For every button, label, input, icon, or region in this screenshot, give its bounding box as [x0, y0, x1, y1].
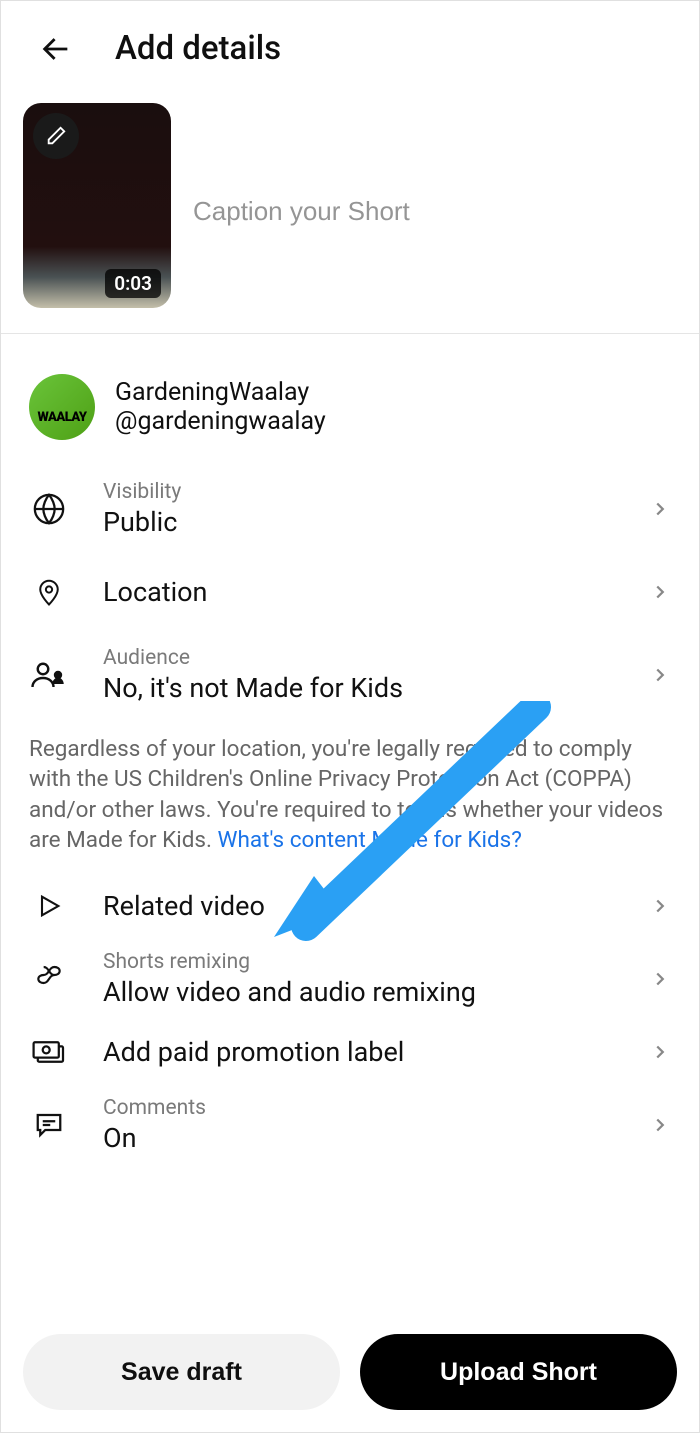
- channel-row[interactable]: WAALAY GardeningWaalay @gardeningwaalay: [1, 334, 699, 462]
- paid-promo-value: Add paid promotion label: [103, 1036, 615, 1068]
- chevron-right-icon: [649, 664, 671, 686]
- remix-value: Allow video and audio remixing: [103, 976, 615, 1008]
- chevron-right-icon: [649, 498, 671, 520]
- visibility-label: Visibility: [103, 480, 615, 504]
- money-icon: [32, 1038, 66, 1066]
- edit-thumbnail-button[interactable]: [33, 113, 79, 159]
- related-video-value: Related video: [103, 890, 615, 922]
- video-thumbnail[interactable]: 0:03: [23, 103, 171, 308]
- remix-row[interactable]: Shorts remixing Allow video and audio re…: [1, 936, 699, 1022]
- chevron-right-icon: [649, 1114, 671, 1136]
- channel-name: GardeningWaalay: [115, 378, 326, 407]
- comments-row[interactable]: Comments On: [1, 1082, 699, 1168]
- chevron-right-icon: [649, 968, 671, 990]
- video-duration: 0:03: [105, 269, 161, 298]
- back-button[interactable]: [39, 32, 73, 66]
- header: Add details: [1, 1, 699, 88]
- globe-icon: [32, 492, 66, 526]
- audience-row[interactable]: Audience No, it's not Made for Kids: [1, 628, 699, 722]
- coppa-notice: Regardless of your location, you're lega…: [1, 722, 699, 876]
- comments-icon: [34, 1110, 64, 1140]
- save-draft-button[interactable]: Save draft: [23, 1334, 340, 1410]
- location-pin-icon: [34, 574, 64, 610]
- chevron-right-icon: [649, 895, 671, 917]
- location-row[interactable]: Location: [1, 556, 699, 628]
- remix-label: Shorts remixing: [103, 950, 615, 974]
- caption-input[interactable]: [193, 103, 677, 308]
- play-icon: [35, 892, 63, 920]
- audience-label: Audience: [103, 646, 615, 670]
- visibility-value: Public: [103, 506, 615, 538]
- paid-promo-row[interactable]: Add paid promotion label: [1, 1022, 699, 1082]
- related-video-row[interactable]: Related video: [1, 876, 699, 936]
- arrow-left-icon: [39, 32, 73, 66]
- location-value: Location: [103, 576, 615, 608]
- audience-value: No, it's not Made for Kids: [103, 672, 615, 704]
- chevron-right-icon: [649, 1041, 671, 1063]
- caption-section: 0:03: [1, 88, 699, 333]
- pencil-icon: [45, 125, 67, 147]
- channel-handle: @gardeningwaalay: [115, 407, 326, 436]
- comments-label: Comments: [103, 1096, 615, 1120]
- visibility-row[interactable]: Visibility Public: [1, 462, 699, 556]
- page-title: Add details: [115, 29, 281, 68]
- chevron-right-icon: [649, 581, 671, 603]
- comments-value: On: [103, 1122, 615, 1154]
- upload-short-button[interactable]: Upload Short: [360, 1334, 677, 1410]
- people-icon: [31, 660, 67, 690]
- avatar: WAALAY: [29, 374, 95, 440]
- remix-icon: [33, 963, 65, 995]
- coppa-link[interactable]: What's content Made for Kids?: [218, 827, 522, 853]
- bottom-bar: Save draft Upload Short: [23, 1334, 677, 1410]
